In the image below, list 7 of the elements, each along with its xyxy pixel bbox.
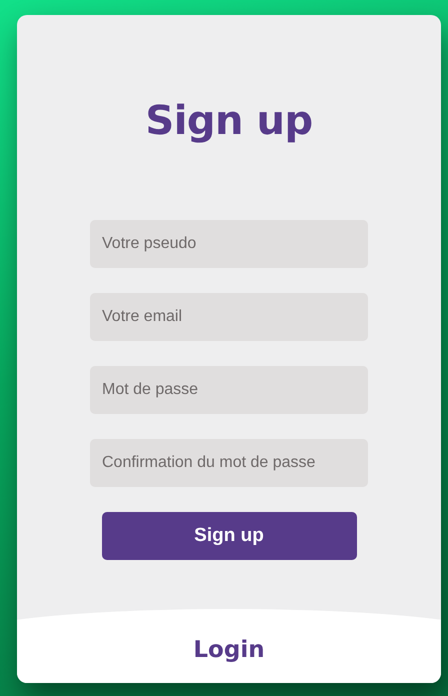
input-field[interactable]: Votre pseudo <box>90 220 368 268</box>
input-field[interactable]: Votre email <box>90 293 368 341</box>
input-field[interactable]: Confirmation du mot de passe <box>90 439 368 487</box>
signup-button[interactable]: Sign up <box>102 512 356 560</box>
form-title: Sign up <box>145 97 313 146</box>
input-field[interactable]: Mot de passe <box>90 366 368 414</box>
login-button[interactable]: Login <box>17 609 441 683</box>
